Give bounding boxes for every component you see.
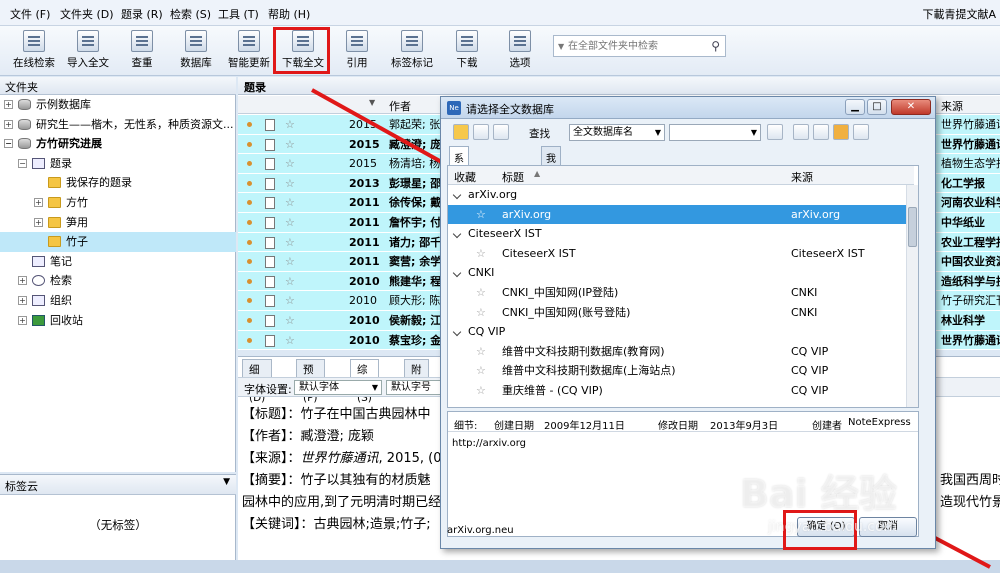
fulltext-db-list: 收藏 标题 ▲ 来源 arXiv.org ☆ arXiv.org arXiv.org C… — [447, 165, 919, 408]
db-url: http://arxiv.org — [452, 438, 527, 449]
tab-system-fulltext-db[interactable]: 系统的全文数据库 — [449, 146, 469, 270]
db-group-label: arXiv.org — [468, 188, 518, 201]
collapse-icon[interactable] — [452, 190, 462, 200]
db-group-label: CNKI — [468, 266, 495, 280]
star-icon[interactable]: ☆ — [476, 342, 486, 362]
baidu-watermark: Bai 经验 jingyan.baidu.com — [740, 472, 898, 535]
dialog-titlebar: Ne 请选择全文数据库 ▁ □ ✕ — [441, 97, 935, 119]
star-icon[interactable]: ☆ — [476, 283, 486, 303]
scrollbar-thumb[interactable] — [908, 207, 917, 247]
db-group-label: CiteseerX IST — [468, 227, 542, 241]
db-group[interactable]: CiteseerX IST — [448, 224, 914, 244]
collapse-icon[interactable] — [452, 269, 462, 278]
collapse-icon[interactable] — [452, 229, 462, 239]
db-row[interactable]: ☆ CNKI_中国知网(IP登陆) CNKI — [448, 283, 914, 303]
created-label: 创建日期 — [494, 421, 534, 432]
db-group-label: CQ VIP — [468, 325, 506, 339]
db-title: 重庆维普 - (CQ VIP) — [502, 384, 603, 397]
db-source: CQ VIP — [791, 384, 829, 397]
star-icon[interactable]: ☆ — [476, 361, 486, 381]
db-row[interactable]: ☆ 重庆维普 - (CQ VIP) CQ VIP — [448, 381, 914, 401]
favorite-filter-icon[interactable] — [453, 124, 469, 140]
created-date: 2009年12月11日 — [544, 421, 625, 432]
db-source: CNKI — [791, 305, 818, 319]
db-list-scrollbar[interactable] — [906, 185, 918, 407]
dialog-title: 请选择全文数据库 — [466, 103, 554, 116]
db-row[interactable]: ☆ 维普中文科技期刊数据库(上海站点) CQ VIP — [448, 361, 914, 381]
chevron-down-icon: ▼ — [750, 128, 757, 137]
db-row[interactable]: ☆ CNKI_中国知网(账号登陆) CNKI — [448, 303, 914, 323]
collapse-icon[interactable] — [452, 327, 462, 337]
db-source: CQ VIP — [791, 344, 829, 358]
add-database-icon[interactable] — [793, 124, 809, 140]
db-title: CNKI_中国知网(账号登陆) — [502, 305, 631, 319]
export-database-icon[interactable] — [833, 124, 849, 140]
column-source[interactable]: 来源 — [791, 169, 813, 185]
db-list-column-header: 收藏 标题 ▲ 来源 — [448, 166, 914, 185]
dialog-toolbar: 查找 全文数据库名 ▼ ▼ — [447, 123, 929, 143]
db-group[interactable]: CQ VIP — [448, 322, 914, 342]
db-source: arXiv.org — [791, 207, 841, 221]
db-group[interactable]: arXiv.org — [448, 185, 914, 205]
sort-asc-icon: ▲ — [534, 169, 541, 178]
maximize-button[interactable]: □ — [867, 99, 887, 115]
db-title: CNKI_中国知网(IP登陆) — [502, 286, 619, 299]
creator-label: 创建者 — [812, 421, 842, 432]
clear-filter-icon[interactable] — [767, 124, 783, 140]
info-label: 细节: — [454, 421, 478, 432]
find-value-select[interactable]: ▼ — [669, 124, 761, 141]
db-row[interactable]: ☆ 维普中文科技期刊数据库(教育网) CQ VIP — [448, 342, 914, 362]
column-favorite[interactable]: 收藏 — [454, 169, 476, 185]
creator-name: NoteExpress — [848, 417, 911, 428]
folder-filter-icon[interactable] — [473, 124, 489, 140]
db-title: 维普中文科技期刊数据库(教育网) — [502, 344, 665, 358]
app-logo-icon: Ne — [447, 101, 461, 115]
modified-date: 2013年9月3日 — [710, 421, 779, 432]
find-label: 查找 — [529, 128, 550, 140]
db-title: CiteseerX IST — [502, 246, 576, 260]
db-group[interactable]: CNKI — [448, 263, 914, 283]
chevron-down-icon: ▼ — [654, 128, 661, 137]
star-icon[interactable]: ☆ — [476, 205, 486, 225]
db-source: CNKI — [791, 286, 818, 299]
db-title: 维普中文科技期刊数据库(上海站点) — [502, 364, 676, 378]
close-button[interactable]: ✕ — [891, 99, 931, 115]
modified-label: 修改日期 — [658, 421, 698, 432]
edit-database-icon[interactable] — [813, 124, 829, 140]
db-source: CQ VIP — [791, 364, 829, 378]
db-file-name: arXiv.org.neu — [447, 525, 514, 536]
db-row[interactable]: ☆ CiteseerX IST CiteseerX IST — [448, 244, 914, 264]
db-info-row: 细节: 创建日期 2009年12月11日 修改日期 2013年9月3日 创建者 … — [448, 412, 918, 432]
db-title: arXiv.org — [502, 207, 552, 221]
refresh-database-icon[interactable] — [853, 124, 869, 140]
dropdown-menu-icon[interactable] — [493, 124, 509, 140]
db-row[interactable]: ☆ arXiv.org arXiv.org — [448, 204, 914, 225]
column-title[interactable]: 标题 — [502, 169, 524, 185]
tab-my-fulltext-db[interactable]: 我的全文数据库 — [541, 146, 561, 255]
star-icon[interactable]: ☆ — [476, 381, 486, 401]
minimize-button[interactable]: ▁ — [845, 99, 865, 115]
find-field-select[interactable]: 全文数据库名 ▼ — [569, 124, 665, 141]
star-icon[interactable]: ☆ — [476, 303, 486, 323]
db-source: CiteseerX IST — [791, 246, 865, 260]
star-icon[interactable]: ☆ — [476, 244, 486, 264]
annotation-arrow-1 — [311, 88, 457, 172]
